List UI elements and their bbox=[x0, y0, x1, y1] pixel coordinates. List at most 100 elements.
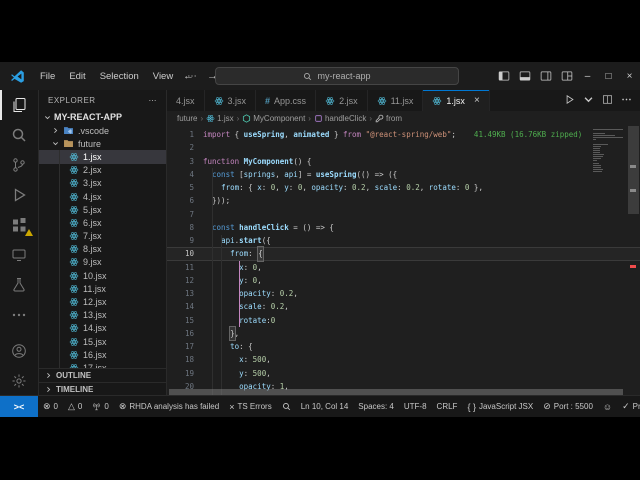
tab-label: 2.jsx bbox=[339, 96, 358, 106]
activity-remote-explorer[interactable] bbox=[0, 240, 38, 270]
status-label: Prettier bbox=[633, 402, 640, 411]
prettier-status[interactable]: ✓Prettier bbox=[617, 396, 640, 417]
activity-more[interactable] bbox=[0, 300, 38, 330]
code-line-1: 1import { useSpring, animated } from "@r… bbox=[167, 128, 640, 141]
activity-settings[interactable] bbox=[0, 366, 38, 396]
activity-account[interactable] bbox=[0, 336, 38, 366]
split-editor-button[interactable] bbox=[602, 92, 613, 110]
explorer-sidebar: EXPLORER ⋯ MY-REACT-APP .vscodefuture1.j… bbox=[39, 90, 167, 396]
command-center-search[interactable]: my-react-app bbox=[215, 67, 459, 85]
activity-testing[interactable] bbox=[0, 270, 38, 300]
code-token: , bbox=[302, 181, 311, 194]
activity-extensions[interactable] bbox=[0, 210, 38, 240]
status-label: Spaces: 4 bbox=[358, 402, 394, 411]
menu-item-3[interactable]: View bbox=[146, 68, 180, 85]
tab-1.jsx[interactable]: 1.jsx× bbox=[423, 90, 489, 111]
chevron-down-icon bbox=[44, 114, 51, 121]
cursor-position[interactable]: Ln 10, Col 14 bbox=[296, 396, 354, 417]
tree-folder-.vscode[interactable]: .vscode bbox=[39, 124, 166, 137]
code-token: from bbox=[221, 181, 239, 194]
close-icon[interactable]: × bbox=[474, 95, 480, 106]
tab-11.jsx[interactable]: 11.jsx bbox=[368, 90, 424, 111]
code-token: : bbox=[262, 181, 271, 194]
timeline-section[interactable]: TIMELINE bbox=[39, 382, 166, 396]
code-token: = () => { bbox=[289, 221, 334, 234]
vertical-scrollbar[interactable] bbox=[627, 125, 640, 389]
line-number: 11 bbox=[167, 261, 203, 274]
toggle-primary-sidebar-icon[interactable] bbox=[493, 62, 514, 90]
toggle-secondary-sidebar-icon[interactable] bbox=[535, 62, 556, 90]
live-server-port[interactable]: ⊘Port : 5500 bbox=[538, 396, 598, 417]
explorer-more-icon[interactable]: ⋯ bbox=[149, 96, 158, 105]
scrollbar-thumb[interactable] bbox=[628, 126, 639, 214]
language-mode[interactable]: { }JavaScript JSX bbox=[462, 396, 538, 417]
rhda-status[interactable]: ⊗RHDA analysis has failed bbox=[114, 396, 224, 417]
line-number: 7 bbox=[167, 208, 203, 221]
run-button[interactable] bbox=[564, 92, 575, 110]
breadcrumb-label: 1.jsx bbox=[217, 114, 233, 123]
errors-count[interactable]: ⊗0 bbox=[38, 396, 63, 417]
indentation-status[interactable]: Spaces: 4 bbox=[353, 396, 399, 417]
file-label: 17.jsx bbox=[83, 363, 107, 368]
breadcrumb-separator: › bbox=[200, 114, 203, 123]
feedback-smiley[interactable]: ☺ bbox=[598, 396, 617, 417]
line-number: 13 bbox=[167, 287, 203, 300]
line-number: 5 bbox=[167, 181, 203, 194]
tree-folder-future[interactable]: future bbox=[39, 137, 166, 150]
status-label: JavaScript JSX bbox=[479, 402, 533, 411]
search-icon bbox=[282, 402, 291, 411]
activity-run-debug[interactable] bbox=[0, 180, 38, 210]
menu-item-2[interactable]: Selection bbox=[93, 68, 146, 85]
menu-item-1[interactable]: Edit bbox=[62, 68, 92, 85]
back-arrow-icon[interactable]: ← bbox=[183, 70, 194, 82]
tab-4.jsx[interactable]: 4.jsx bbox=[167, 90, 205, 111]
activity-explorer[interactable] bbox=[0, 90, 38, 120]
breadcrumb-item-MyComponent[interactable]: MyComponent bbox=[242, 114, 305, 123]
breadcrumb-item-1.jsx[interactable]: 1.jsx bbox=[206, 114, 233, 123]
editor-more-button[interactable] bbox=[621, 92, 632, 110]
code-token: api bbox=[284, 168, 298, 181]
outline-section[interactable]: OUTLINE bbox=[39, 368, 166, 382]
close-button[interactable]: × bbox=[619, 62, 640, 90]
status-right: Ln 10, Col 14 Spaces: 4 UTF-8CRLF{ }JavaSc… bbox=[296, 396, 640, 417]
radio-tower-count[interactable]: 0 bbox=[87, 396, 113, 417]
code-token: const bbox=[212, 168, 239, 181]
customize-layout-icon[interactable] bbox=[556, 62, 577, 90]
file-label: 4.jsx bbox=[83, 192, 102, 202]
breadcrumb-item-from[interactable]: from bbox=[375, 114, 402, 123]
restore-button[interactable]: □ bbox=[598, 62, 619, 90]
search-status[interactable] bbox=[277, 396, 296, 417]
code-token: from bbox=[343, 128, 366, 141]
minimize-button[interactable]: – bbox=[577, 62, 598, 90]
activity-search[interactable] bbox=[0, 120, 38, 150]
warnings-count[interactable]: △0 bbox=[63, 396, 87, 417]
file-label: 3.jsx bbox=[83, 178, 102, 188]
toggle-panel-icon[interactable] bbox=[514, 62, 535, 90]
activity-source-control[interactable] bbox=[0, 150, 38, 180]
minimap-line bbox=[593, 165, 601, 166]
breadcrumb-item-handleClick[interactable]: handleClick bbox=[314, 114, 366, 123]
menu-item-0[interactable]: File bbox=[33, 68, 62, 85]
code-line-9: 9 api.start({ bbox=[167, 234, 640, 247]
code-token: : bbox=[397, 181, 406, 194]
eol-status[interactable]: CRLF bbox=[432, 396, 463, 417]
chevron-right-icon bbox=[52, 127, 59, 134]
code-area[interactable]: 1import { useSpring, animated } from "@r… bbox=[167, 125, 640, 396]
title-bar: FileEditSelectionView⋯ ← → my-react-app … bbox=[0, 62, 640, 91]
tab-App.css[interactable]: #App.css bbox=[256, 90, 316, 111]
tab-3.jsx[interactable]: 3.jsx bbox=[205, 90, 257, 111]
encoding-status[interactable]: UTF-8 bbox=[399, 396, 432, 417]
remote-indicator-glyph: >< bbox=[14, 402, 25, 412]
breadcrumb-item-future[interactable]: future bbox=[177, 114, 197, 123]
minimap-line bbox=[593, 167, 601, 168]
line-number: 3 bbox=[167, 155, 203, 168]
run-dropdown[interactable] bbox=[583, 92, 594, 110]
video-frame: FileEditSelectionView⋯ ← → my-react-app … bbox=[0, 0, 640, 480]
ts-errors-status[interactable]: ×TS Errors bbox=[224, 396, 277, 417]
project-root-row[interactable]: MY-REACT-APP bbox=[39, 110, 166, 124]
breadcrumb-label: future bbox=[177, 114, 197, 123]
code-line-12: 12 y: 0, bbox=[167, 274, 640, 287]
tab-2.jsx[interactable]: 2.jsx bbox=[316, 90, 368, 111]
remote-indicator[interactable]: >< bbox=[0, 396, 38, 417]
minimap[interactable] bbox=[593, 129, 625, 173]
